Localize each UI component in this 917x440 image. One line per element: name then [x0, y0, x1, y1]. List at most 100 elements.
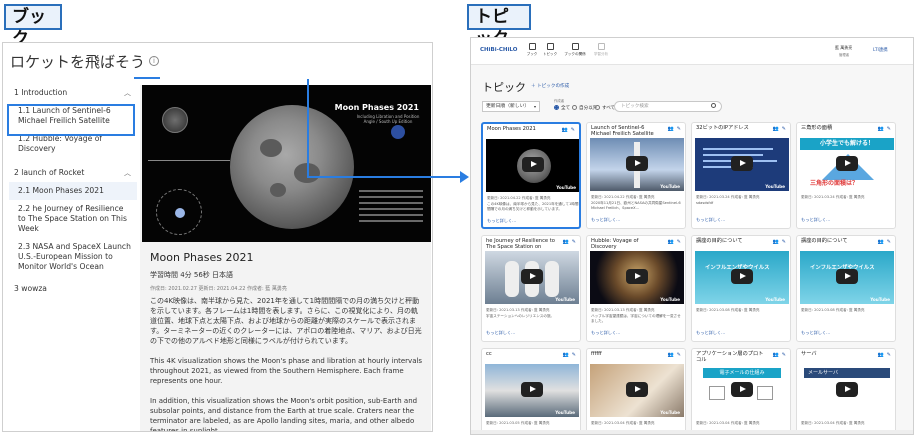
video-thumbnail[interactable]: YouTube — [486, 139, 579, 192]
topic-card[interactable]: サーバ 👥 ✎ メールサーバ YouTube 更新日: 2021.03.04 作成者: 藍… — [796, 348, 896, 434]
play-button[interactable] — [731, 382, 753, 397]
play-button[interactable] — [626, 382, 648, 397]
edit-icon[interactable]: ✎ — [572, 239, 576, 245]
topic-icon — [546, 43, 554, 50]
edit-icon[interactable]: ✎ — [572, 352, 576, 358]
edit-icon[interactable]: ✎ — [677, 352, 681, 358]
card-description: 宇宙ステーションへのレジリエンスの旅。 — [486, 314, 555, 318]
users-icon[interactable]: 👥 — [563, 239, 569, 245]
play-button[interactable] — [731, 269, 753, 284]
horizontal-scrollbar[interactable] — [471, 430, 913, 434]
filter-radio-all[interactable]: 全て — [554, 105, 570, 111]
video-thumbnail[interactable]: インフルエンザやウイルス YouTube — [695, 251, 789, 304]
topic-card[interactable]: Launch of Sentinel-6 Michael Freilich Sa… — [586, 122, 686, 229]
users-icon[interactable]: 👥 — [668, 239, 674, 245]
app-header: CHiBi-CHiLO ブック トピック ブックの関係 学習分析 藍 萬勇亮 管… — [471, 38, 913, 65]
description-en-2: In addition, this visualization shows th… — [150, 397, 418, 432]
play-button[interactable] — [731, 156, 753, 171]
video-thumbnail[interactable]: インフルエンザやウイルス YouTube — [800, 251, 894, 304]
play-button[interactable] — [836, 382, 858, 397]
video-thumbnail[interactable]: YouTube — [590, 364, 684, 417]
topic-card[interactable]: アプリケーション層のプロトコル 👥 ✎ 電子メールの仕組み YouTube 更新日: 20… — [691, 348, 791, 434]
play-button[interactable] — [626, 156, 648, 171]
more-link[interactable]: もっと詳しく... — [696, 217, 725, 223]
users-icon[interactable]: 👥 — [562, 127, 568, 133]
more-link[interactable]: もっと詳しく... — [486, 330, 515, 336]
edit-icon[interactable]: ✎ — [887, 239, 891, 245]
card-description — [696, 314, 788, 324]
play-button[interactable] — [836, 156, 858, 171]
topic-card[interactable]: 三角形の面積 👥 ✎ 小学生でも解ける！ 三角形の面積は？ YouTube 更新日: 202… — [796, 122, 896, 229]
user-name[interactable]: 藍 萬勇亮 — [835, 45, 852, 51]
more-link[interactable]: もっと詳しく... — [801, 330, 830, 336]
toc-label: 1.2 Hubble: Voyage of Discovery — [18, 134, 103, 153]
edit-icon[interactable]: ✎ — [887, 126, 891, 132]
topic-card[interactable]: he Journey of Resilience to The Space St… — [481, 235, 581, 342]
edit-icon[interactable]: ✎ — [571, 127, 575, 133]
video-thumbnail[interactable]: 小学生でも解ける！ 三角形の面積は？ YouTube — [800, 138, 894, 191]
edit-icon[interactable]: ✎ — [677, 126, 681, 132]
more-link[interactable]: もっと詳しく... — [801, 217, 830, 223]
more-link[interactable]: もっと詳しく... — [696, 330, 725, 336]
video-thumbnail[interactable]: YouTube — [590, 138, 684, 191]
brand-logo[interactable]: CHiBi-CHiLO — [480, 47, 517, 53]
filter-radio-every[interactable]: すべて — [595, 105, 615, 111]
users-icon[interactable]: 👥 — [878, 126, 884, 132]
more-link[interactable]: もっと詳しく... — [591, 217, 620, 223]
topic-card[interactable]: 講座の目的について 👥 ✎ インフルエンザやウイルス YouTube 更新日: 2021.… — [796, 235, 896, 342]
card-actions: 👥 ✎ — [773, 126, 786, 132]
card-title: 講座の目的について — [696, 238, 743, 244]
video-thumbnail[interactable]: YouTube — [590, 251, 684, 304]
play-button[interactable] — [626, 269, 648, 284]
users-icon[interactable]: 👥 — [563, 352, 569, 358]
play-button[interactable] — [836, 269, 858, 284]
chevron-up-icon[interactable]: ︿ — [124, 88, 131, 98]
toc-chapter-2[interactable]: 2 launch of Rocket ︿ — [9, 164, 137, 182]
play-button[interactable] — [522, 157, 544, 172]
edit-icon[interactable]: ✎ — [782, 352, 786, 358]
toc-chapter-3[interactable]: 3 wowza — [9, 280, 137, 298]
search-icon[interactable] — [711, 103, 716, 108]
edit-icon[interactable]: ✎ — [887, 352, 891, 358]
lti-link[interactable]: LTI連携 — [873, 47, 888, 53]
users-icon[interactable]: 👥 — [773, 352, 779, 358]
more-link[interactable]: もっと詳しく... — [591, 330, 620, 336]
nav-book-relation[interactable]: ブックの関係 — [562, 43, 588, 57]
users-icon[interactable]: 👥 — [878, 239, 884, 245]
topic-card[interactable]: Moon Phases 2021 👥 ✎ YouTube 更新日: 2021.04.22… — [481, 122, 581, 229]
play-button[interactable] — [521, 382, 543, 397]
more-link[interactable]: もっと詳しく... — [487, 218, 516, 224]
info-icon[interactable]: i — [149, 56, 159, 66]
add-topic-button[interactable]: ＋ トピックの作成 — [531, 83, 569, 89]
video-thumbnail[interactable]: YouTube — [485, 251, 579, 304]
video-thumbnail[interactable]: YouTube — [485, 364, 579, 417]
topic-card[interactable]: Hubble: Voyage of Discovery 👥 ✎ YouTube 更新日:… — [586, 235, 686, 342]
filter-radio-others[interactable]: 自分以外 — [572, 105, 597, 111]
search-input[interactable]: トピック検索 — [614, 101, 722, 112]
topic-card[interactable]: 32ビットのIPアドレス 👥 ✎ YouTube 更新日: 2021.03.24 作成者… — [691, 122, 791, 229]
content-duration: 学習時間 4分 56秒 日本語 — [150, 271, 234, 279]
toc-item-2-2[interactable]: 2.2 he Journey of Resilience to The Spac… — [9, 200, 137, 238]
users-icon[interactable]: 👥 — [668, 126, 674, 132]
topic-card[interactable]: ffffff 👥 ✎ YouTube 更新日: 2021.03.04 作成者: 藍 萬勇… — [586, 348, 686, 434]
video-player[interactable]: Moon Phases 2021 Including Libration and… — [142, 85, 431, 242]
topic-card[interactable]: cc👥✎YouTube更新日: 2021.03.05 作成者: 藍 萬勇亮もっと… — [481, 348, 581, 434]
edit-icon[interactable]: ✎ — [782, 239, 786, 245]
sort-select[interactable]: 更新日順（新しい） ▾ — [482, 101, 540, 112]
video-thumbnail[interactable]: メールサーバ YouTube — [800, 364, 894, 417]
video-thumbnail[interactable]: 電子メールの仕組み YouTube — [695, 364, 789, 417]
topic-card[interactable]: 講座の目的について 👥 ✎ インフルエンザやウイルス YouTube 更新日: 2021.… — [691, 235, 791, 342]
edit-icon[interactable]: ✎ — [677, 239, 681, 245]
video-thumbnail[interactable]: YouTube — [695, 138, 789, 191]
nav-topic[interactable]: トピック — [537, 43, 563, 57]
play-button[interactable] — [521, 269, 543, 284]
toc-chapter-1[interactable]: 1 Introduction ︿ — [9, 84, 137, 102]
toc-item-2-3[interactable]: 2.3 NASA and SpaceX Launch U.S.-European… — [9, 238, 137, 276]
users-icon[interactable]: 👥 — [773, 239, 779, 245]
toc-item-2-1[interactable]: 2.1 Moon Phases 2021 — [9, 182, 137, 200]
users-icon[interactable]: 👥 — [668, 352, 674, 358]
users-icon[interactable]: 👥 — [773, 126, 779, 132]
users-icon[interactable]: 👥 — [878, 352, 884, 358]
chevron-up-icon[interactable]: ︿ — [124, 168, 131, 178]
edit-icon[interactable]: ✎ — [782, 126, 786, 132]
